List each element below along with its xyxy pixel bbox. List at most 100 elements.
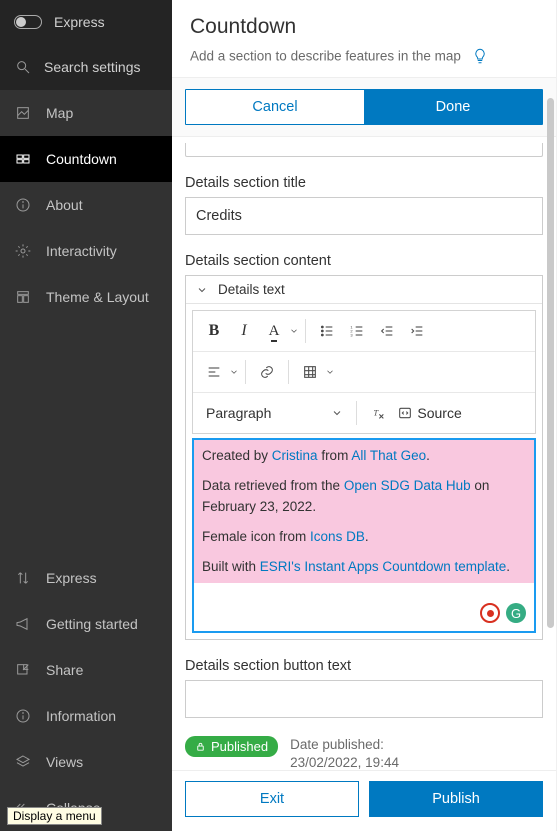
rich-text-content[interactable]: Created by Cristina from All That Geo. D…	[194, 440, 534, 583]
sidebar-item-share[interactable]: Share	[0, 647, 172, 693]
text: Built with	[202, 559, 260, 574]
align-caret[interactable]	[229, 357, 239, 387]
date-published-value: 23/02/2022, 19:44	[290, 754, 399, 770]
sidebar-item-label: Countdown	[46, 151, 117, 167]
sidebar-item-views[interactable]: Views	[0, 739, 172, 785]
express-label: Express	[54, 14, 105, 30]
editor-disclosure[interactable]: Details text	[186, 276, 542, 304]
search-icon	[14, 58, 32, 76]
exit-button[interactable]: Exit	[185, 781, 359, 817]
previous-field-bottom[interactable]	[185, 143, 543, 157]
text: Data retrieved from the	[202, 478, 344, 493]
sidebar-item-map[interactable]: Map	[0, 90, 172, 136]
font-color-button[interactable]: A	[259, 316, 289, 346]
sidebar-item-label: Information	[46, 708, 116, 724]
table-caret[interactable]	[325, 357, 335, 387]
lock-icon	[195, 741, 206, 752]
sidebar-item-theme[interactable]: Theme & Layout	[0, 274, 172, 320]
sidebar-item-label: About	[46, 197, 83, 213]
text: Created by	[202, 448, 272, 463]
outdent-button[interactable]	[372, 316, 402, 346]
sidebar-item-interactivity[interactable]: Interactivity	[0, 228, 172, 274]
header: Countdown Add a section to describe feat…	[172, 0, 556, 78]
separator	[245, 360, 246, 384]
numbered-list-button[interactable]: 123	[342, 316, 372, 346]
bullet-list-button[interactable]	[312, 316, 342, 346]
express-toggle-row[interactable]: Express	[0, 0, 172, 44]
details-title-input[interactable]	[185, 197, 543, 235]
text: .	[506, 559, 510, 574]
sidebar-item-label: Views	[46, 754, 83, 770]
text: Female icon from	[202, 529, 310, 544]
table-button[interactable]	[295, 357, 325, 387]
info-icon	[14, 196, 32, 214]
sidebar-bottom: Express Getting started Share Informatio…	[0, 555, 172, 831]
text: .	[426, 448, 430, 463]
details-button-input[interactable]	[185, 680, 543, 718]
details-button-label: Details section button text	[185, 658, 543, 674]
megaphone-icon	[14, 615, 32, 633]
published-badge: Published	[185, 736, 278, 757]
sidebar-item-countdown[interactable]: Countdown	[0, 136, 172, 182]
link-esri-template[interactable]: ESRI's Instant Apps Countdown template	[260, 559, 506, 574]
paragraph-select-label: Paragraph	[206, 405, 271, 421]
rich-text-area[interactable]: Created by Cristina from All That Geo. D…	[192, 438, 536, 633]
page-subtitle: Add a section to describe features in th…	[190, 49, 461, 64]
publish-row: Published Date published: 23/02/2022, 19…	[185, 736, 543, 770]
publish-meta: Date published: 23/02/2022, 19:44	[290, 736, 399, 770]
link-opensdg[interactable]: Open SDG Data Hub	[344, 478, 471, 493]
separator	[356, 401, 357, 425]
sidebar-item-label: Share	[46, 662, 83, 678]
cancel-button[interactable]: Cancel	[186, 90, 364, 124]
grammarly-icon[interactable]: G	[506, 603, 526, 623]
bold-button[interactable]: B	[199, 316, 229, 346]
date-published-label: Date published:	[290, 736, 399, 754]
sidebar-item-label: Getting started	[46, 616, 138, 632]
svg-text:3: 3	[350, 332, 353, 337]
clear-formatting-button[interactable]: T	[363, 398, 393, 428]
badge-label: Published	[211, 739, 268, 754]
lightbulb-icon[interactable]	[471, 47, 489, 67]
scrollbar-thumb[interactable]	[547, 98, 554, 628]
chevron-down-icon	[196, 284, 208, 296]
search-settings-row[interactable]: Search settings	[0, 44, 172, 90]
sidebar-item-label: Theme & Layout	[46, 289, 149, 305]
paragraph-select[interactable]: Paragraph	[199, 400, 350, 426]
publish-button[interactable]: Publish	[369, 781, 543, 817]
font-color-caret[interactable]	[289, 316, 299, 346]
sidebar-nav: Map Countdown About Interactivity Theme …	[0, 90, 172, 320]
countdown-icon	[14, 150, 32, 168]
text: .	[365, 529, 369, 544]
theme-icon	[14, 288, 32, 306]
align-button[interactable]	[199, 357, 229, 387]
text: from	[318, 448, 352, 463]
link-button[interactable]	[252, 357, 282, 387]
scrollbar[interactable]	[546, 98, 556, 785]
italic-button[interactable]: I	[229, 316, 259, 346]
link-allthatgeo[interactable]: All That Geo	[351, 448, 426, 463]
toggle-icon[interactable]	[14, 15, 42, 29]
link-iconsdb[interactable]: Icons DB	[310, 529, 365, 544]
sidebar-item-label: Interactivity	[46, 243, 117, 259]
action-bar: Cancel Done	[172, 78, 556, 137]
layers-icon	[14, 753, 32, 771]
editor: Details text B I A 123	[185, 275, 543, 640]
share-icon	[14, 661, 32, 679]
chevron-down-icon	[331, 407, 343, 419]
source-label: Source	[417, 405, 461, 421]
target-icon[interactable]	[480, 603, 500, 623]
main-panel: Countdown Add a section to describe feat…	[172, 0, 557, 831]
app-root: Express Search settings Map Countdown Ab…	[0, 0, 557, 831]
sidebar-item-getting-started[interactable]: Getting started	[0, 601, 172, 647]
done-button[interactable]: Done	[364, 90, 542, 124]
sidebar-item-information[interactable]: Information	[0, 693, 172, 739]
page-title: Countdown	[190, 15, 538, 39]
swap-icon	[14, 569, 32, 587]
sidebar-item-express2[interactable]: Express	[0, 555, 172, 601]
gear-icon	[14, 242, 32, 260]
source-button[interactable]: Source	[393, 398, 465, 428]
map-icon	[14, 104, 32, 122]
sidebar-item-about[interactable]: About	[0, 182, 172, 228]
indent-button[interactable]	[402, 316, 432, 346]
link-cristina[interactable]: Cristina	[272, 448, 318, 463]
